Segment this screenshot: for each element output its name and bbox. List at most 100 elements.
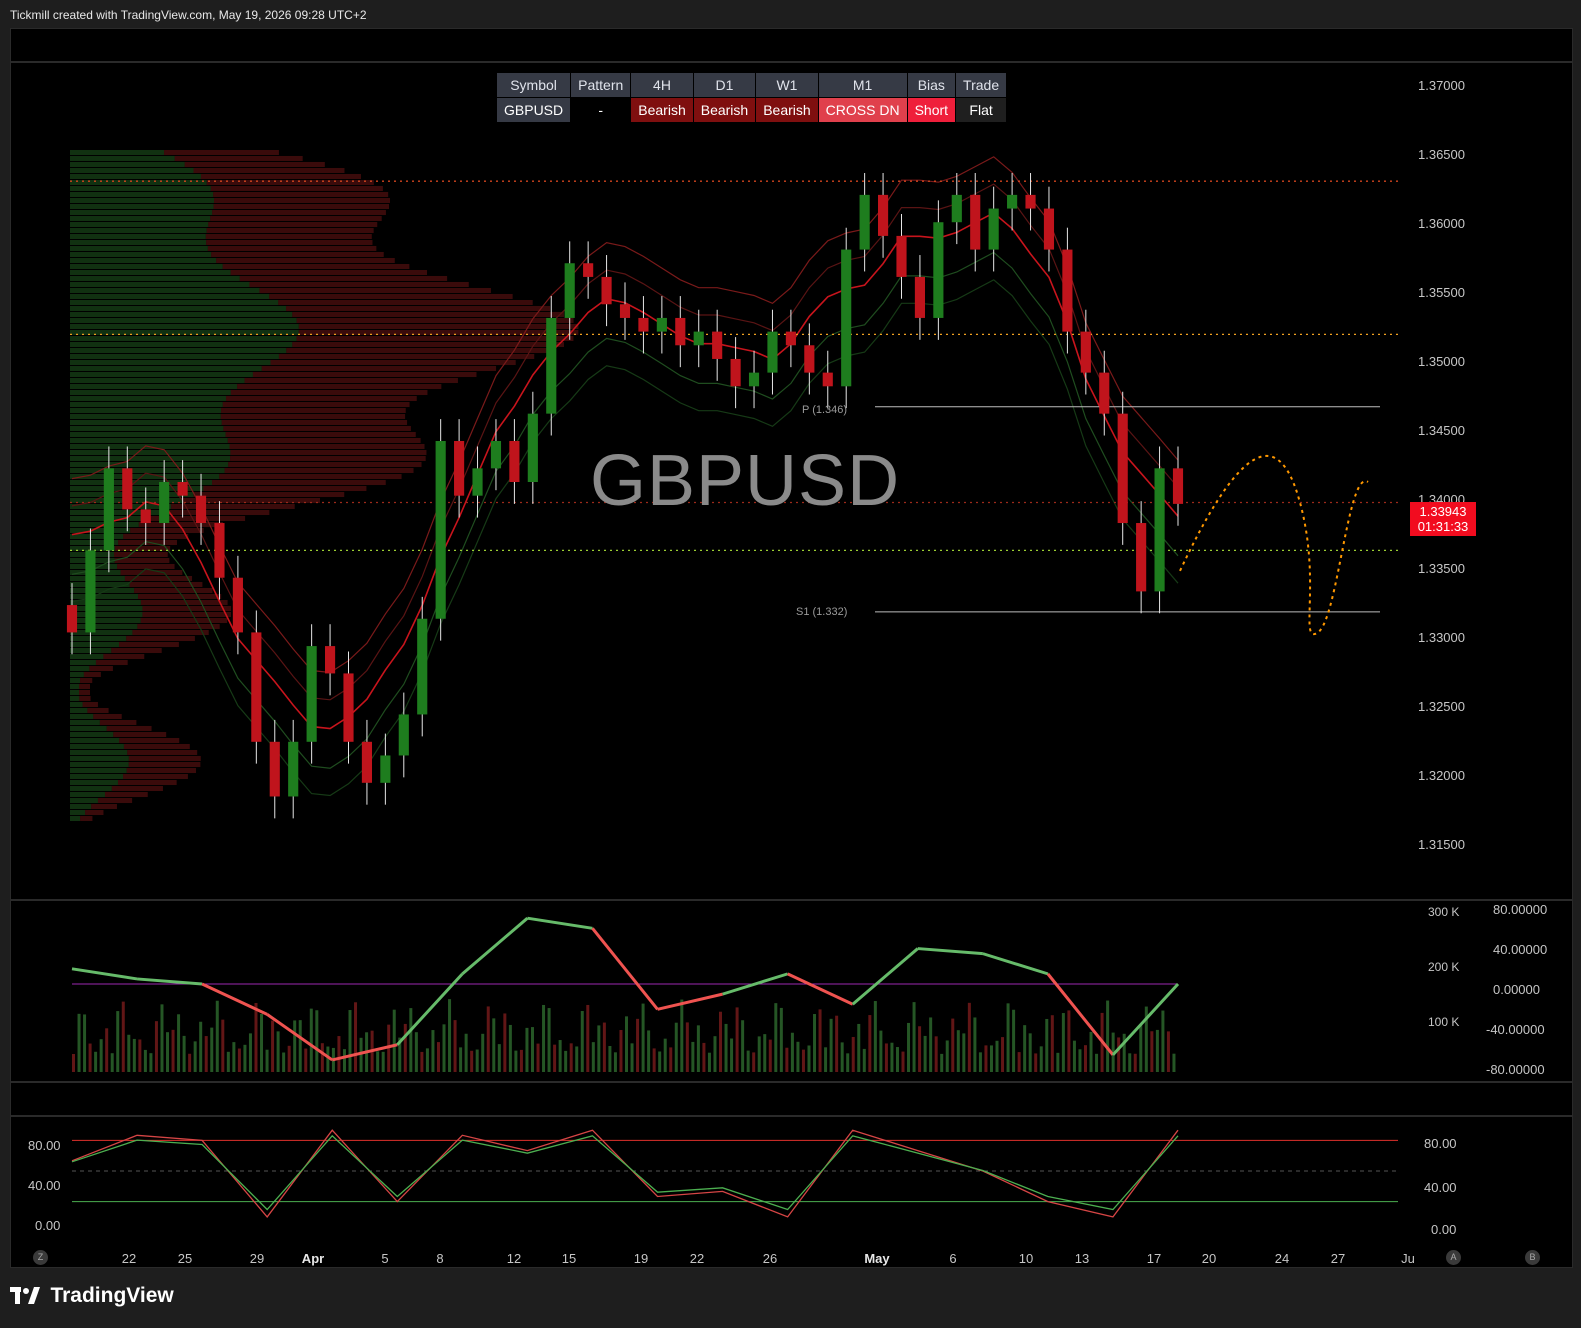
time-tick: 29	[249, 1251, 265, 1266]
status-4h: Bearish	[631, 98, 693, 122]
status-header-cell: Bias	[907, 73, 956, 97]
osc-tick: -40.00000	[1486, 1022, 1545, 1037]
volume-bar	[995, 1040, 999, 1072]
profile-bar-buy	[70, 594, 139, 599]
profile-bar-buy	[70, 744, 124, 749]
timezone-button[interactable]: Z	[33, 1250, 48, 1265]
profile-bar-buy	[70, 288, 260, 293]
candle-body	[343, 673, 354, 742]
volume-bar	[215, 1000, 219, 1072]
profile-bar-buy	[70, 732, 114, 737]
profile-bar-sell	[211, 252, 384, 257]
volume-bar	[77, 1013, 81, 1072]
profile-bar-sell	[206, 180, 374, 185]
candle-body	[435, 440, 446, 619]
b-button[interactable]: B	[1525, 1250, 1540, 1265]
profile-bar-buy	[70, 810, 86, 815]
profile-bar-sell	[140, 618, 228, 623]
osc-tick: 80.00000	[1493, 902, 1548, 917]
candle-body	[1043, 208, 1055, 250]
volume-bar	[796, 1041, 800, 1072]
profile-bar-buy	[70, 762, 129, 767]
volume-bar	[110, 1053, 114, 1072]
candle-body	[546, 317, 557, 414]
candle-body	[177, 482, 188, 496]
volume-bar	[829, 1018, 833, 1072]
profile-bar-buy	[70, 306, 287, 311]
profile-bar-sell	[111, 786, 163, 791]
bar-countdown: 01:31:33	[1417, 519, 1469, 534]
candle-body	[140, 509, 151, 524]
profile-bar-buy	[70, 432, 226, 437]
volume-profile	[70, 150, 579, 821]
stoch-right-tick: 80.00	[1424, 1136, 1457, 1151]
profile-bar-buy	[70, 162, 185, 167]
profile-bar-buy	[70, 714, 94, 719]
volume-bar	[188, 1053, 192, 1072]
volume-bar	[1012, 1009, 1016, 1072]
profile-bar-sell	[184, 162, 325, 167]
osc-line-segment	[201, 982, 268, 1016]
profile-bar-sell	[249, 282, 469, 287]
candle-body	[103, 468, 114, 551]
profile-bar-buy	[70, 450, 231, 455]
volume-bar	[1083, 1045, 1087, 1072]
volume-bar	[895, 1047, 899, 1072]
volume-bar	[1089, 1031, 1093, 1072]
candle-body	[859, 194, 870, 250]
stoch-k-line	[71, 1129, 1179, 1218]
volume-bar	[204, 1036, 208, 1072]
profile-bar-buy	[70, 372, 253, 377]
volume-bar	[287, 1045, 291, 1072]
stoch-d-line	[71, 1134, 1179, 1211]
osc-line-segment	[917, 947, 983, 956]
osc-tick: 40.00000	[1493, 942, 1548, 957]
profile-bar-buy	[70, 318, 297, 323]
profile-bar-buy	[70, 276, 240, 281]
profile-bar-buy	[70, 780, 118, 785]
profile-bar-sell	[214, 198, 391, 203]
time-tick: 24	[1274, 1251, 1290, 1266]
osc-tick: 0.00000	[1493, 982, 1540, 997]
volume-bar	[1172, 1053, 1176, 1072]
osc-line-segment	[851, 947, 919, 1006]
price-tick: 1.34500	[1418, 423, 1465, 438]
time-tick: 13	[1074, 1251, 1090, 1266]
volume-bar	[293, 1020, 297, 1072]
volume-bar	[663, 1038, 667, 1072]
volume-bar	[625, 1016, 628, 1072]
volume-bar	[558, 1040, 562, 1072]
profile-bar-sell	[171, 504, 295, 509]
profile-bar-sell	[224, 468, 414, 473]
volume-bar	[763, 1034, 767, 1072]
volume-bar	[591, 1042, 595, 1072]
time-tick: 17	[1146, 1251, 1162, 1266]
volume-bar	[1023, 1025, 1027, 1072]
profile-bar-sell	[119, 738, 180, 743]
candle-body	[675, 317, 686, 346]
volume-bar	[929, 1017, 933, 1072]
volume-bar	[901, 1051, 905, 1072]
candle-body	[1172, 468, 1184, 504]
volume-bar	[569, 1043, 573, 1072]
profile-bar-sell	[213, 192, 389, 197]
profile-bar-buy	[70, 456, 231, 461]
time-tick: Apr	[301, 1251, 325, 1266]
profile-bar-sell	[213, 204, 390, 209]
volume-bar	[790, 1032, 794, 1072]
profile-bar-sell	[123, 534, 189, 539]
time-tick: 12	[506, 1251, 522, 1266]
profile-bar-sell	[219, 474, 402, 479]
profile-bar-buy	[70, 240, 207, 245]
auto-scale-button[interactable]: A	[1446, 1250, 1461, 1265]
volume-bar	[431, 1030, 435, 1072]
status-header-cell: D1	[693, 73, 756, 97]
profile-bar-buy	[70, 168, 194, 173]
volume-bar	[630, 1043, 634, 1072]
profile-bar-sell	[237, 384, 442, 389]
time-tick: 22	[121, 1251, 137, 1266]
profile-bar-buy	[70, 360, 271, 365]
volume-bar	[154, 1021, 158, 1072]
stochastic-plot	[71, 1129, 1398, 1218]
profile-bar-buy	[70, 408, 222, 413]
